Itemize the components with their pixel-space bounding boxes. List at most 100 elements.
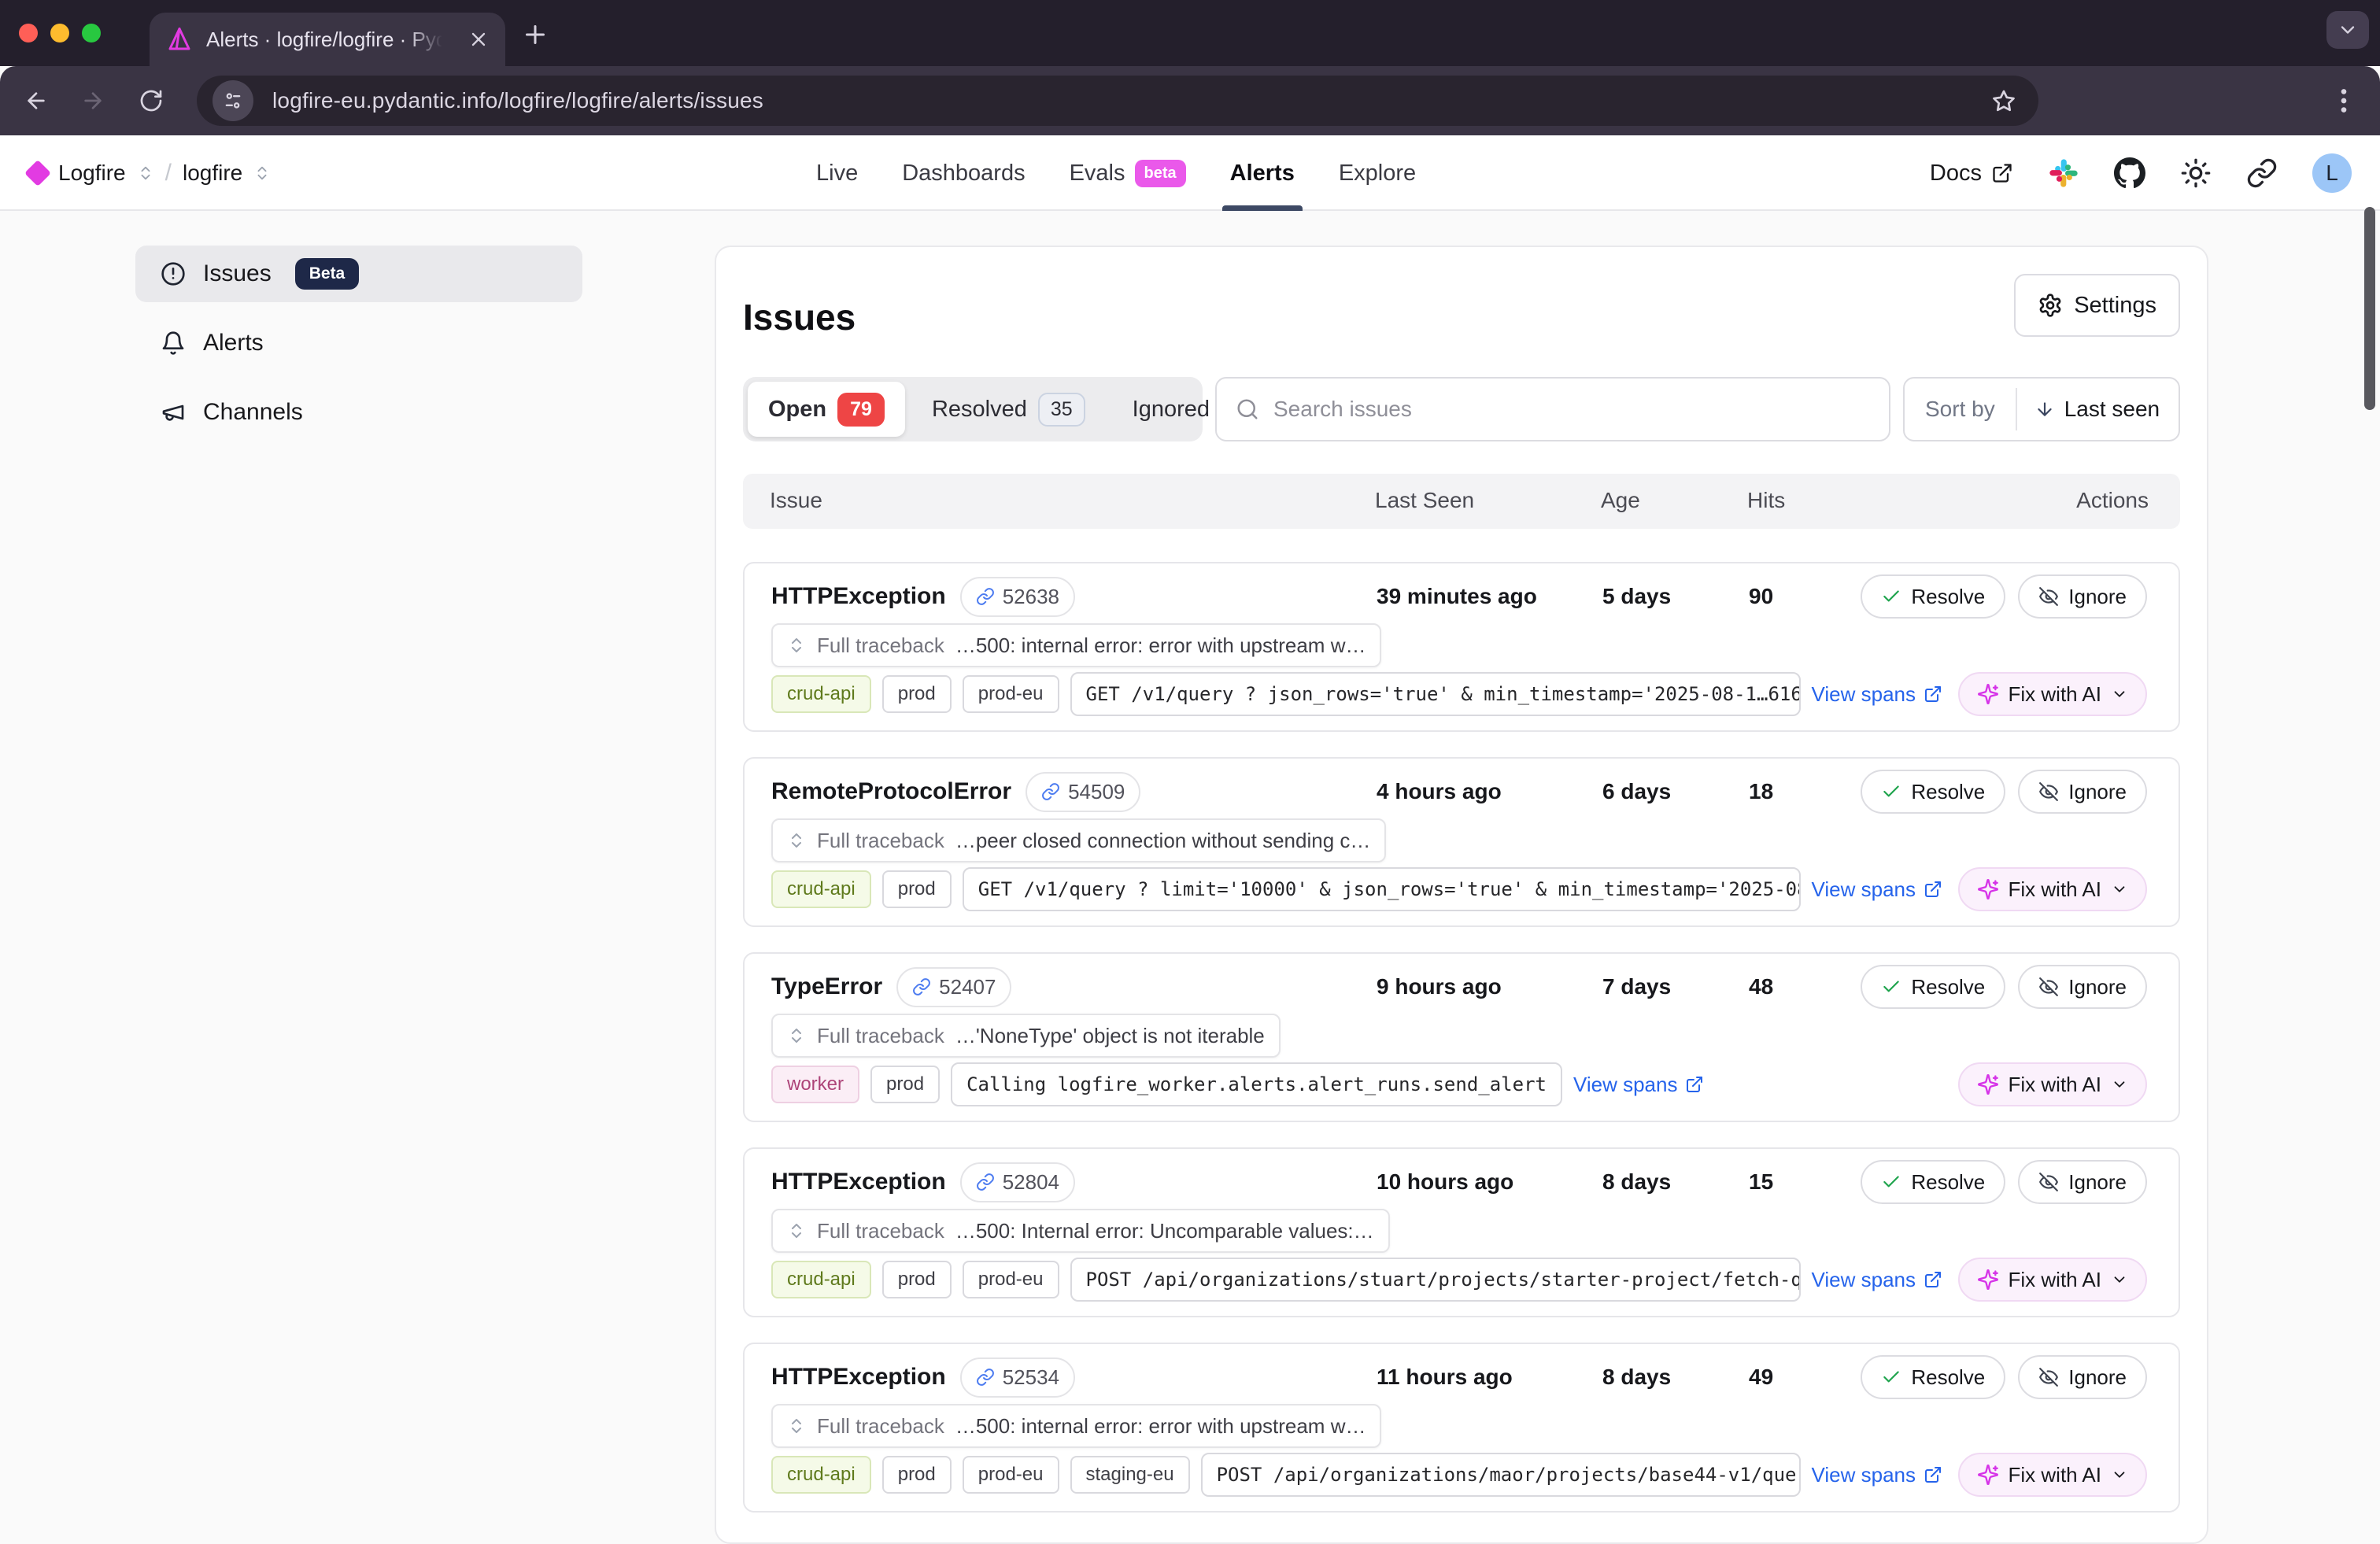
traceback-toggle[interactable]: Full traceback …500: Internal error: Unc… xyxy=(771,1209,1390,1253)
bookmark-star-icon[interactable] xyxy=(1991,88,2016,113)
tag[interactable]: crud-api xyxy=(771,1261,871,1298)
view-spans-link[interactable]: View spans xyxy=(1573,1073,1705,1097)
ignore-button[interactable]: Ignore xyxy=(2018,965,2147,1009)
docs-link[interactable]: Docs xyxy=(1930,161,2013,187)
traceback-message: …500: Internal error: Uncomparable value… xyxy=(955,1219,1374,1243)
new-tab-button[interactable] xyxy=(521,20,549,49)
tag[interactable]: prod xyxy=(882,675,952,713)
tag[interactable]: prod xyxy=(870,1066,940,1103)
resolve-button[interactable]: Resolve xyxy=(1861,1160,2005,1204)
tab-resolved[interactable]: Resolved 35 xyxy=(911,382,1106,437)
nav-explore[interactable]: Explore xyxy=(1339,135,1416,211)
ignore-button[interactable]: Ignore xyxy=(2018,1160,2147,1204)
slack-icon[interactable] xyxy=(2048,157,2079,189)
view-spans-link[interactable]: View spans xyxy=(1812,682,1943,707)
tag[interactable]: crud-api xyxy=(771,675,871,713)
fix-with-ai-button[interactable]: Fix with AI xyxy=(1958,1062,2147,1106)
view-spans-link[interactable]: View spans xyxy=(1812,877,1943,902)
chevron-down-icon xyxy=(2111,1466,2128,1483)
nav-evals[interactable]: Evals beta xyxy=(1070,135,1186,211)
forward-button[interactable] xyxy=(80,88,105,113)
reload-button[interactable] xyxy=(139,88,164,113)
chevrons-up-down-icon[interactable] xyxy=(253,164,271,182)
traffic-close-button[interactable] xyxy=(19,24,38,42)
sort-value[interactable]: Last seen xyxy=(2017,397,2177,422)
project-switcher[interactable]: logfire xyxy=(183,161,242,186)
fix-with-ai-button[interactable]: Fix with AI xyxy=(1958,672,2147,716)
view-spans-link[interactable]: View spans xyxy=(1812,1463,1943,1487)
tag[interactable]: crud-api xyxy=(771,870,871,908)
tab-open[interactable]: Open 79 xyxy=(748,382,905,437)
tab-search-button[interactable] xyxy=(2326,11,2369,49)
nav-dashboards[interactable]: Dashboards xyxy=(902,135,1025,211)
sidebar-item-channels[interactable]: Channels xyxy=(135,384,582,441)
issue-age: 8 days xyxy=(1602,1365,1671,1390)
settings-button[interactable]: Settings xyxy=(2014,274,2180,337)
tag[interactable]: prod xyxy=(882,1456,952,1494)
traffic-minimize-button[interactable] xyxy=(50,24,69,42)
fix-with-ai-button[interactable]: Fix with AI xyxy=(1958,867,2147,911)
tag[interactable]: prod xyxy=(882,1261,952,1298)
issue-age: 6 days xyxy=(1602,779,1671,804)
search-input[interactable] xyxy=(1273,397,1870,422)
site-info-button[interactable] xyxy=(213,80,253,121)
tag[interactable]: prod-eu xyxy=(963,1261,1059,1298)
browser-tab[interactable]: Alerts · logfire/logfire · Pydant xyxy=(150,13,505,66)
search-issues xyxy=(1215,377,1890,441)
page-scrollbar[interactable] xyxy=(2364,207,2375,410)
resolve-button[interactable]: Resolve xyxy=(1861,965,2005,1009)
ignore-button[interactable]: Ignore xyxy=(2018,574,2147,619)
url-text: logfire-eu.pydantic.info/logfire/logfire… xyxy=(272,88,763,113)
share-link-icon[interactable] xyxy=(2246,157,2278,189)
app-header: Logfire / logfire Live Dashboards Evals … xyxy=(0,135,2380,211)
tag[interactable]: crud-api xyxy=(771,1456,871,1494)
issue-id-link[interactable]: 52534 xyxy=(960,1357,1075,1398)
traceback-toggle[interactable]: Full traceback …500: internal error: err… xyxy=(771,623,1381,667)
back-button[interactable] xyxy=(24,88,49,113)
user-avatar[interactable]: L xyxy=(2312,153,2352,193)
issue-id-link[interactable]: 52804 xyxy=(960,1162,1075,1202)
github-icon[interactable] xyxy=(2114,157,2145,189)
tab-ignored[interactable]: Ignored xyxy=(1112,382,1230,437)
issue-id-link[interactable]: 52407 xyxy=(896,967,1011,1007)
fix-with-ai-button[interactable]: Fix with AI xyxy=(1958,1258,2147,1302)
tag[interactable]: prod-eu xyxy=(963,675,1059,713)
sidebar-item-issues[interactable]: Issues Beta xyxy=(135,246,582,302)
check-icon xyxy=(1881,586,1901,607)
tag[interactable]: worker xyxy=(771,1066,859,1103)
browser-menu-icon[interactable] xyxy=(2331,87,2356,115)
tag[interactable]: staging-eu xyxy=(1070,1456,1190,1494)
eye-off-icon xyxy=(2038,1172,2059,1192)
tab-close-icon[interactable] xyxy=(468,28,490,50)
ignore-button[interactable]: Ignore xyxy=(2018,770,2147,814)
traceback-toggle[interactable]: Full traceback …peer closed connection w… xyxy=(771,818,1386,862)
nav-alerts[interactable]: Alerts xyxy=(1230,135,1295,211)
issue-age: 5 days xyxy=(1602,584,1671,609)
fix-with-ai-button[interactable]: Fix with AI xyxy=(1958,1453,2147,1497)
external-link-icon xyxy=(1924,1465,1942,1484)
nav-live[interactable]: Live xyxy=(816,135,858,211)
span-code: GET /v1/query ? limit='10000' & json_row… xyxy=(963,867,1801,911)
org-switcher[interactable]: Logfire xyxy=(58,161,126,186)
chevrons-up-down-icon[interactable] xyxy=(137,164,154,182)
sidebar-item-alerts[interactable]: Alerts xyxy=(135,315,582,371)
traceback-toggle[interactable]: Full traceback …'NoneType' object is not… xyxy=(771,1014,1281,1058)
traceback-toggle[interactable]: Full traceback …500: internal error: err… xyxy=(771,1404,1381,1448)
tag[interactable]: prod-eu xyxy=(963,1456,1059,1494)
url-bar[interactable]: logfire-eu.pydantic.info/logfire/logfire… xyxy=(197,76,2038,126)
theme-toggle-sun-icon[interactable] xyxy=(2180,157,2212,189)
span-code: POST /api/organizations/maor/projects/ba… xyxy=(1201,1453,1801,1497)
issue-id-link[interactable]: 52638 xyxy=(960,577,1075,617)
tag[interactable]: prod xyxy=(882,870,952,908)
resolve-button[interactable]: Resolve xyxy=(1861,770,2005,814)
chevron-down-icon xyxy=(2111,881,2128,898)
issue-id-link[interactable]: 54509 xyxy=(1026,772,1140,812)
resolve-button[interactable]: Resolve xyxy=(1861,1355,2005,1399)
ignore-button[interactable]: Ignore xyxy=(2018,1355,2147,1399)
check-icon xyxy=(1881,781,1901,802)
sidebar: Issues Beta Alerts Channels xyxy=(135,246,582,453)
traffic-zoom-button[interactable] xyxy=(82,24,101,42)
resolve-button[interactable]: Resolve xyxy=(1861,574,2005,619)
view-spans-link[interactable]: View spans xyxy=(1812,1268,1943,1292)
sort-control[interactable]: Sort by Last seen xyxy=(1903,377,2180,441)
